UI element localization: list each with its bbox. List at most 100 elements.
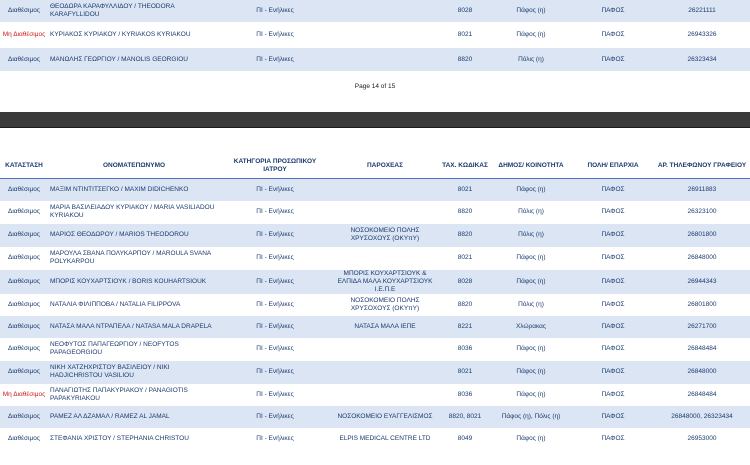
- cell-status: Διαθέσιμος: [0, 269, 48, 294]
- table-row: Διαθέσιμος ΜΠΟΡΙΣ ΚΟΥΧΑΡΤΣΙΟΥΚ / BORIS KO…: [0, 269, 750, 294]
- cell-municipality: Πάφος (η), Πόλις (η): [490, 405, 572, 428]
- cell-name: ΜΑΝΩΛΗΣ ΓΕΩΡΓΙΟΥ / MANOLIS GEORGIOU: [48, 48, 220, 71]
- cell-phone: 26848000, 26323434: [654, 405, 750, 428]
- cell-name: ΠΑΝΑΓΙΩΤΗΣ ΠΑΠΑΚΥΡΙΑΚΟΥ / PANAGIOTIS PAP…: [48, 383, 220, 406]
- pdf-page-14: Διαθέσιμος ΘΕΟΔΩΡΑ ΚΑΡΑΦΥΛΛΙΔΟΥ / THEODOR…: [0, 0, 750, 112]
- cell-category: ΠΙ - Ενήλικες: [220, 405, 330, 428]
- header-status: ΚΑΤΑΣΤΑΣΗ: [0, 154, 48, 179]
- cell-name: ΜΑΡΙΑ ΒΑΣΙΛΕΙΑΔΟΥ ΚΥΡΙΑΚΟΥ / MARIA VASIL…: [48, 200, 220, 224]
- cell-district: ΠΑΦΟΣ: [572, 337, 654, 361]
- cell-name: ΜΠΟΡΙΣ ΚΟΥΧΑΡΤΣΙΟΥΚ / BORIS KOUHARTSIOUK: [48, 269, 220, 294]
- header-phone: ΑΡ. ΤΗΛΕΦΩΝΟΥ ΓΡΑΦΕΙΟΥ: [654, 154, 750, 179]
- cell-postcode: 8021: [440, 178, 490, 201]
- cell-category: ΠΙ - Ενήλικες: [220, 315, 330, 338]
- cell-status: Διαθέσιμος: [0, 360, 48, 384]
- cell-municipality: Πόλις (η): [490, 200, 572, 224]
- cell-name: ΝΙΚΗ ΧΑΤΖΗΧΡΙΣΤΟΥ ΒΑΣΙΛΕΙΟΥ / NIKI HADJI…: [48, 360, 220, 384]
- cell-status: Διαθέσιμος: [0, 48, 48, 71]
- cell-district: ΠΑΦΟΣ: [572, 427, 654, 450]
- cell-status: Διαθέσιμος: [0, 0, 48, 22]
- cell-name: ΝΑΤΑΣΑ ΜΑΛΑ ΝΤΡΑΠΕΛΑ / NATASA MALA DRAPE…: [48, 315, 220, 338]
- doctor-table-page-15: ΚΑΤΑΣΤΑΣΗ ΟΝΟΜΑΤΕΠΩΝΥΜΟ ΚΑΤΗΓΟΡΙΑ ΠΡΟΣΩΠ…: [0, 154, 750, 450]
- cell-status: Διαθέσιμος: [0, 337, 48, 361]
- table-row: Διαθέσιμος ΜΑΡΙΟΣ ΘΕΟΔΩΡΟΥ / MARIOS THEOD…: [0, 223, 750, 247]
- cell-category: ΠΙ - Ενήλικες: [220, 427, 330, 450]
- cell-postcode: 8021: [440, 360, 490, 384]
- pdf-page-15: ΚΑΤΑΣΤΑΣΗ ΟΝΟΜΑΤΕΠΩΝΥΜΟ ΚΑΤΗΓΟΡΙΑ ΠΡΟΣΩΠ…: [0, 128, 750, 465]
- cell-provider: ΝΟΣΟΚΟΜΕΙΟ ΕΥΑΓΓΕΛΙΣΜΟΣ: [330, 405, 440, 428]
- cell-provider: [330, 178, 440, 201]
- cell-district: ΠΑΦΟΣ: [572, 22, 654, 48]
- cell-municipality: Πόλις (η): [490, 223, 572, 247]
- cell-district: ΠΑΦΟΣ: [572, 48, 654, 71]
- cell-phone: 26801800: [654, 223, 750, 247]
- cell-category: ΠΙ - Ενήλικες: [220, 22, 330, 48]
- cell-phone: 26911883: [654, 178, 750, 201]
- cell-name: ΘΕΟΔΩΡΑ ΚΑΡΑΦΥΛΛΙΔΟΥ / THEODORA KARAFYLL…: [48, 0, 220, 22]
- cell-postcode: 8820, 8021: [440, 405, 490, 428]
- cell-district: ΠΑΦΟΣ: [572, 200, 654, 224]
- table-row: Διαθέσιμος ΝΑΤΑΛΙΑ ΦΙΛΙΠΠΟΒΑ / NATALIA FI…: [0, 293, 750, 316]
- cell-provider: [330, 383, 440, 406]
- table-row: Διαθέσιμος ΡΑΜΕΖ ΑΛ ΔΖΑΜΑΛ / RAMEZ AL JAM…: [0, 405, 750, 428]
- cell-category: ΠΙ - Ενήλικες: [220, 337, 330, 361]
- table-row: Διαθέσιμος ΝΑΤΑΣΑ ΜΑΛΑ ΝΤΡΑΠΕΛΑ / NATASA …: [0, 315, 750, 338]
- cell-provider: [330, 0, 440, 22]
- cell-provider: [330, 337, 440, 361]
- cell-status: Διαθέσιμος: [0, 293, 48, 316]
- cell-status: Διαθέσιμος: [0, 200, 48, 224]
- page-separator: [0, 112, 750, 128]
- cell-name: ΜΑΞΙΜ ΝΤΙΝΤΙΤΣΕΓΚΟ / MAXIM DIDICHENKO: [48, 178, 220, 201]
- cell-status: Μη Διαθέσιμος: [0, 383, 48, 406]
- cell-municipality: Πάφος (η): [490, 0, 572, 22]
- cell-category: ΠΙ - Ενήλικες: [220, 383, 330, 406]
- cell-provider: ΝΟΣΟΚΟΜΕΙΟ ΠΟΛΗΣ ΧΡΥΣΟΧΟΥΣ (ΟΚΥπΥ): [330, 223, 440, 247]
- cell-postcode: 8028: [440, 0, 490, 22]
- table-row: Διαθέσιμος ΝΙΚΗ ΧΑΤΖΗΧΡΙΣΤΟΥ ΒΑΣΙΛΕΙΟΥ / …: [0, 360, 750, 384]
- cell-district: ΠΑΦΟΣ: [572, 315, 654, 338]
- cell-provider: [330, 246, 440, 270]
- cell-phone: 26271700: [654, 315, 750, 338]
- cell-municipality: Πάφος (η): [490, 360, 572, 384]
- cell-provider: [330, 48, 440, 71]
- cell-phone: 26323100: [654, 200, 750, 224]
- cell-provider: [330, 22, 440, 48]
- cell-status: Διαθέσιμος: [0, 427, 48, 450]
- cell-municipality: Πάφος (η): [490, 178, 572, 201]
- cell-municipality: Πάφος (η): [490, 269, 572, 294]
- cell-name: ΝΕΟΦΥΤΟΣ ΠΑΠΑΓΕΩΡΓΙΟΥ / NEOFYTOS PAPAGEO…: [48, 337, 220, 361]
- cell-phone: 26221111: [654, 0, 750, 22]
- table-row: Διαθέσιμος ΜΑΡΟΥΛΑ ΣΒΑΝΑ ΠΟΛΥΚΑΡΠΟΥ / MAR…: [0, 246, 750, 270]
- cell-postcode: 8049: [440, 427, 490, 450]
- cell-postcode: 8036: [440, 337, 490, 361]
- cell-provider: ΝΟΣΟΚΟΜΕΙΟ ΠΟΛΗΣ ΧΡΥΣΟΧΟΥΣ (ΟΚΥπΥ): [330, 293, 440, 316]
- page-number-footer: Page 14 of 15: [354, 83, 396, 90]
- cell-name: ΚΥΡΙΑΚΟΣ ΚΥΡΙΑΚΟΥ / KYRIAKOS KYRIAKOU: [48, 22, 220, 48]
- cell-district: ΠΑΦΟΣ: [572, 223, 654, 247]
- cell-district: ΠΑΦΟΣ: [572, 0, 654, 22]
- table-row: Μη Διαθέσιμος ΠΑΝΑΓΙΩΤΗΣ ΠΑΠΑΚΥΡΙΑΚΟΥ / P…: [0, 383, 750, 406]
- cell-name: ΡΑΜΕΖ ΑΛ ΔΖΑΜΑΛ / RAMEZ AL JAMAL: [48, 405, 220, 428]
- cell-phone: 26944343: [654, 269, 750, 294]
- cell-provider: ELPIS MEDICAL CENTRE LTD: [330, 427, 440, 450]
- table-row: Μη Διαθέσιμος ΚΥΡΙΑΚΟΣ ΚΥΡΙΑΚΟΥ / KYRIAKO…: [0, 22, 750, 48]
- cell-name: ΜΑΡΟΥΛΑ ΣΒΑΝΑ ΠΟΛΥΚΑΡΠΟΥ / MAROULA SVANA…: [48, 246, 220, 270]
- cell-district: ΠΑΦΟΣ: [572, 269, 654, 294]
- cell-phone: 26323434: [654, 48, 750, 71]
- cell-provider: [330, 200, 440, 224]
- cell-phone: 26848484: [654, 383, 750, 406]
- cell-phone: 26848484: [654, 337, 750, 361]
- cell-provider: ΝΑΤΑΣΑ ΜΑΛΑ ΙΕΠΕ: [330, 315, 440, 338]
- table-row: Διαθέσιμος ΘΕΟΔΩΡΑ ΚΑΡΑΦΥΛΛΙΔΟΥ / THEODOR…: [0, 0, 750, 22]
- cell-category: ΠΙ - Ενήλικες: [220, 0, 330, 22]
- cell-category: ΠΙ - Ενήλικες: [220, 178, 330, 201]
- cell-postcode: 8021: [440, 246, 490, 270]
- cell-municipality: Πόλις (η): [490, 293, 572, 316]
- cell-district: ΠΑΦΟΣ: [572, 383, 654, 406]
- cell-municipality: Πάφος (η): [490, 427, 572, 450]
- cell-phone: 26953000: [654, 427, 750, 450]
- header-provider: ΠΑΡΟΧΕΑΣ: [330, 154, 440, 179]
- table-header-row: ΚΑΤΑΣΤΑΣΗ ΟΝΟΜΑΤΕΠΩΝΥΜΟ ΚΑΤΗΓΟΡΙΑ ΠΡΟΣΩΠ…: [0, 154, 750, 179]
- header-postcode: ΤΑΧ. ΚΩΔΙΚΑΣ: [440, 154, 490, 179]
- cell-name: ΝΑΤΑΛΙΑ ΦΙΛΙΠΠΟΒΑ / NATALIA FILIPPOVA: [48, 293, 220, 316]
